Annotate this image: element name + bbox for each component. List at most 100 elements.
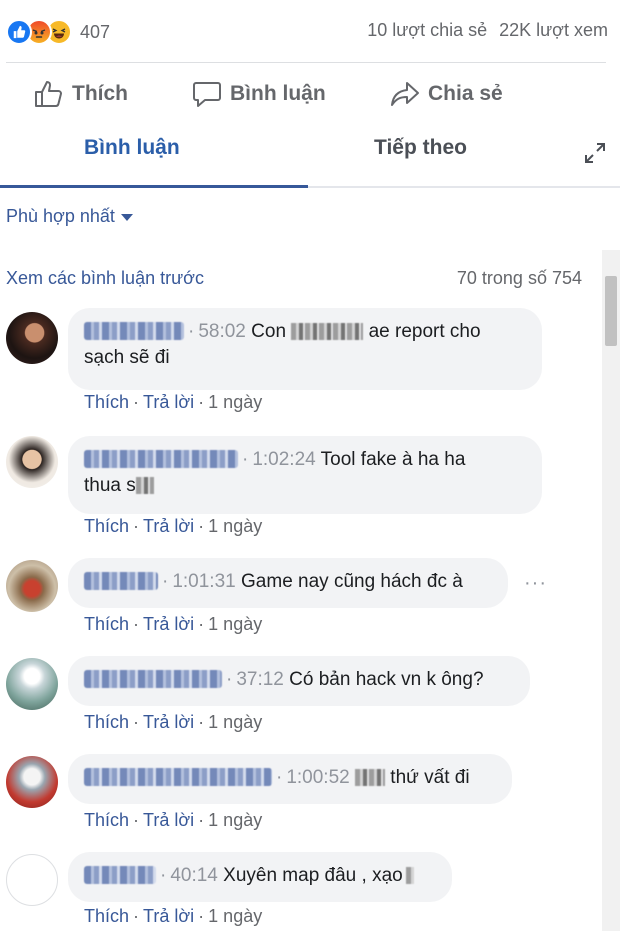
reactions-summary[interactable]: 407 <box>6 18 110 46</box>
view-count: 22K lượt xem <box>499 20 608 40</box>
tab-comments[interactable]: Bình luận <box>84 136 180 160</box>
comment-like-link[interactable]: Thích <box>84 712 129 733</box>
action-bar: Thích Bình luận Chia sẻ <box>0 64 620 124</box>
dot-separator: · <box>133 810 140 830</box>
video-timestamp[interactable]: 58:02 <box>198 321 246 342</box>
commenter-name[interactable] <box>84 322 184 340</box>
dot-separator: · <box>133 906 140 926</box>
comment-tabs: Bình luận Tiếp theo <box>0 124 620 188</box>
like-reaction-icon <box>6 19 32 45</box>
thumbs-up-icon <box>34 80 64 108</box>
comment-reply-link[interactable]: Trả lời <box>143 810 194 831</box>
comment-age[interactable]: 1 ngày <box>208 712 262 733</box>
comment-pager: 70 trong số 754 <box>456 268 582 288</box>
share-button-label: Chia sẻ <box>428 82 503 105</box>
comment-reply-link[interactable]: Trả lời <box>143 614 194 635</box>
dot-separator: · <box>198 392 205 412</box>
comment-reply-link[interactable]: Trả lời <box>143 712 194 733</box>
sort-label: Phù hợp nhất <box>6 206 115 226</box>
comment-bubble: · 1:02:24 Tool fake à ha ha thua s <box>68 436 542 514</box>
comment-age[interactable]: 1 ngày <box>208 392 262 413</box>
more-options-icon[interactable]: ··· <box>524 572 547 595</box>
comment-actions: Thích · Trả lời · 1 ngày <box>84 712 262 733</box>
comment-like-link[interactable]: Thích <box>84 614 129 635</box>
dot-separator: · <box>198 810 205 830</box>
dot-separator: · <box>133 712 140 732</box>
avatar[interactable] <box>6 312 58 364</box>
comment-actions: Thích · Trả lời · 1 ngày <box>84 614 262 635</box>
video-timestamp[interactable]: 1:02:24 <box>252 449 315 470</box>
scrollbar[interactable] <box>602 250 620 931</box>
avatar[interactable] <box>6 756 58 808</box>
share-button[interactable]: Chia sẻ <box>390 80 503 108</box>
commenter-name[interactable] <box>84 450 238 468</box>
sort-dropdown[interactable]: Phù hợp nhất <box>6 206 133 227</box>
like-button-label: Thích <box>72 82 128 105</box>
commenter-name[interactable] <box>84 866 156 884</box>
dot-separator: · <box>133 516 140 536</box>
expand-icon[interactable] <box>584 142 606 169</box>
comment-bubble: · 37:12 Có bản hack vn k ông? <box>68 656 530 706</box>
comment-reply-link[interactable]: Trả lời <box>143 392 194 413</box>
comment-bubble: · 1:00:52 thứ vất đi <box>68 754 512 804</box>
comment-text-line2: sạch sẽ đi <box>84 347 170 368</box>
commenter-name[interactable] <box>84 572 158 590</box>
comment-age[interactable]: 1 ngày <box>208 906 262 927</box>
comment-reply-link[interactable]: Trả lời <box>143 516 194 537</box>
comment-like-link[interactable]: Thích <box>84 810 129 831</box>
comment-text: Con <box>251 321 287 342</box>
redacted-text <box>291 323 364 340</box>
caret-down-icon <box>120 214 133 221</box>
comment-text: Tool fake à ha ha <box>320 449 466 470</box>
comment-bubble: · 58:02 Con ae report cho sạch sẽ đi <box>68 308 542 390</box>
comment-like-link[interactable]: Thích <box>84 516 129 537</box>
comment-like-link[interactable]: Thích <box>84 906 129 927</box>
comment-button[interactable]: Bình luận <box>192 80 326 108</box>
dot-separator: · <box>133 614 140 634</box>
tab-next[interactable]: Tiếp theo <box>374 136 467 160</box>
avatar[interactable] <box>6 658 58 710</box>
share-count[interactable]: 10 lượt chia sẻ <box>367 20 487 41</box>
dot-separator: · <box>198 614 205 634</box>
view-previous-comments-link[interactable]: Xem các bình luận trước <box>6 268 204 289</box>
redacted-text <box>355 769 386 786</box>
avatar[interactable] <box>6 436 58 488</box>
share-arrow-icon <box>390 80 420 108</box>
like-button[interactable]: Thích <box>34 80 128 108</box>
video-timestamp[interactable]: 1:00:52 <box>286 767 349 788</box>
comment-age[interactable]: 1 ngày <box>208 614 262 635</box>
active-tab-indicator <box>0 185 308 188</box>
dot-separator: · <box>198 712 205 732</box>
avatar[interactable] <box>6 560 58 612</box>
reaction-count[interactable]: 407 <box>80 22 110 43</box>
comment-text: Xuyên map đâu , xạo <box>223 865 403 886</box>
redacted-text <box>405 867 414 884</box>
comment-text-cont: ae report cho <box>368 321 481 342</box>
redacted-text <box>135 477 154 494</box>
comment-text-line2: thua s <box>84 475 136 496</box>
comment-button-label: Bình luận <box>230 82 326 105</box>
comment-actions: Thích · Trả lời · 1 ngày <box>84 906 262 927</box>
comment-text: Có bản hack vn k ông? <box>289 669 484 690</box>
comment-reply-link[interactable]: Trả lời <box>143 906 194 927</box>
comment-actions: Thích · Trả lời · 1 ngày <box>84 392 262 413</box>
comment-age[interactable]: 1 ngày <box>208 516 262 537</box>
comment-like-link[interactable]: Thích <box>84 392 129 413</box>
comment-actions: Thích · Trả lời · 1 ngày <box>84 516 262 537</box>
dot-separator: · <box>198 906 205 926</box>
video-timestamp[interactable]: 1:01:31 <box>172 571 235 592</box>
comment-text: thứ vất đi <box>390 767 470 788</box>
comment-bubble: · 1:01:31 Game nay cũng hách đc à <box>68 558 508 608</box>
comment-bubble-icon <box>192 80 222 108</box>
divider <box>6 62 606 63</box>
commenter-name[interactable] <box>84 670 222 688</box>
comment-text: Game nay cũng hách đc à <box>241 571 463 592</box>
video-timestamp[interactable]: 40:14 <box>170 865 218 886</box>
scrollbar-thumb[interactable] <box>605 276 617 346</box>
post-stats: 10 lượt chia sẻ 22K lượt xem <box>367 20 608 41</box>
dot-separator: · <box>198 516 205 536</box>
video-timestamp[interactable]: 37:12 <box>236 669 284 690</box>
avatar[interactable] <box>6 854 58 906</box>
commenter-name[interactable] <box>84 768 272 786</box>
comment-age[interactable]: 1 ngày <box>208 810 262 831</box>
